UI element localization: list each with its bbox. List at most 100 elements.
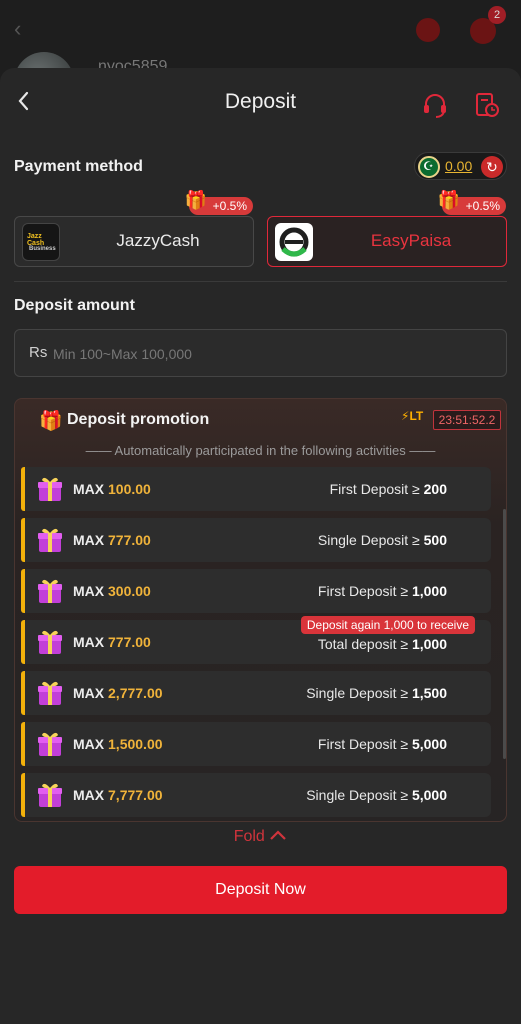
fold-button[interactable]: Fold	[0, 828, 521, 846]
max-value: 777.00	[108, 532, 151, 548]
support-button[interactable]	[420, 90, 450, 120]
max-value: 2,777.00	[108, 685, 163, 701]
deposit-sheet: Deposit Payment method 0.00 ↻ Jazz Cash	[0, 68, 521, 1024]
max-value: 100.00	[108, 481, 151, 497]
jazzcash-logo-icon: Jazz Cash Business	[22, 223, 60, 261]
deposit-condition: Single Deposit ≥ 1,500	[306, 685, 447, 701]
max-value: 777.00	[108, 634, 151, 650]
fold-label: Fold	[233, 828, 265, 845]
deposit-again-note: Deposit again 1,000 to receive	[300, 616, 475, 634]
condition-amount: 5,000	[411, 736, 447, 752]
gift-icon	[38, 579, 62, 603]
max-label: MAX	[73, 787, 105, 803]
background-service-icon	[416, 18, 440, 42]
max-label: MAX	[73, 532, 105, 548]
deposit-condition: First Deposit ≥ 200	[330, 481, 447, 497]
max-label: MAX	[73, 583, 105, 599]
condition-amount: 200	[423, 481, 447, 497]
max-label: MAX	[73, 634, 105, 650]
gift-icon: 🎁	[437, 190, 461, 210]
payment-option-easypaisa[interactable]: EasyPaisa 🎁 +0.5%	[267, 191, 507, 267]
deposit-condition: First Deposit ≥ 5,000	[318, 736, 447, 752]
gift-icon	[38, 528, 62, 552]
deposit-condition: Total deposit ≥ 1,000	[318, 636, 447, 652]
chevron-up-icon	[270, 830, 287, 840]
max-value: 300.00	[108, 583, 151, 599]
divider	[14, 281, 507, 282]
pakistan-flag-icon	[418, 156, 440, 178]
clock-history-icon	[476, 93, 499, 117]
promotion-row[interactable]: MAX 100.00 First Deposit ≥ 200	[21, 467, 491, 511]
deposit-now-button[interactable]: Deposit Now	[14, 866, 507, 914]
condition-label: Single Deposit ≥	[306, 685, 409, 701]
headset-icon	[424, 94, 446, 118]
condition-label: Single Deposit ≥	[306, 787, 409, 803]
max-reward: MAX 777.00	[73, 634, 151, 650]
max-reward: MAX 100.00	[73, 481, 151, 497]
lt-label: LT	[409, 409, 424, 423]
history-button[interactable]	[472, 90, 502, 120]
condition-label: First Deposit ≥	[317, 583, 409, 599]
max-label: MAX	[73, 481, 105, 497]
deposit-promotion-panel: 🎁 Deposit promotion ⚡LT 23:51:52.2 —— Au…	[14, 398, 507, 822]
payment-method-label: Payment method	[14, 158, 143, 175]
refresh-icon: ↻	[486, 159, 498, 175]
promotion-row[interactable]: MAX 300.00 First Deposit ≥ 1,000	[21, 569, 491, 613]
payment-option-label: JazzyCash	[116, 231, 200, 250]
deposit-condition: Single Deposit ≥ 5,000	[306, 787, 447, 803]
lightning-icon: ⚡LT	[401, 409, 424, 423]
condition-amount: 1,500	[411, 685, 447, 701]
promotion-row[interactable]: MAX 7,777.00 Single Deposit ≥ 5,000	[21, 773, 491, 817]
gift-icon: 🎁	[184, 190, 208, 210]
promotion-subtitle-text: Automatically participated in the follow…	[114, 443, 406, 458]
gift-icon	[38, 732, 62, 756]
promotion-row[interactable]: MAX 777.00 Deposit again 1,000 to receiv…	[21, 616, 491, 664]
condition-amount: 1,000	[411, 583, 447, 599]
payment-option-label: EasyPaisa	[370, 231, 452, 250]
condition-amount: 1,000	[411, 636, 447, 652]
condition-label: First Deposit ≥	[317, 736, 409, 752]
promotion-row[interactable]: MAX 2,777.00 Single Deposit ≥ 1,500	[21, 671, 491, 715]
easypaisa-logo-icon	[275, 223, 313, 261]
countdown-timer: 23:51:52.2	[433, 410, 501, 430]
bonus-badge: 🎁 +0.5%	[185, 191, 253, 215]
condition-label: Total deposit ≥	[317, 636, 409, 652]
max-reward: MAX 2,777.00	[73, 685, 163, 701]
gift-icon	[38, 681, 62, 705]
gift-icon: 🎁	[39, 411, 63, 432]
bonus-label: +0.5%	[212, 199, 247, 213]
deposit-amount-field[interactable]: Rs	[14, 329, 507, 377]
balance-value[interactable]: 0.00	[445, 158, 472, 174]
max-label: MAX	[73, 736, 105, 752]
max-reward: MAX 300.00	[73, 583, 151, 599]
bonus-label: +0.5%	[465, 199, 500, 213]
notification-badge: 2	[488, 6, 506, 24]
gift-icon	[38, 477, 62, 501]
deposit-amount-label: Deposit amount	[14, 297, 135, 314]
condition-label: Single Deposit ≥	[317, 532, 420, 548]
gift-icon	[38, 630, 62, 654]
promotion-row[interactable]: MAX 1,500.00 First Deposit ≥ 5,000	[21, 722, 491, 766]
payment-option-jazzcash[interactable]: Jazz Cash Business JazzyCash 🎁 +0.5%	[14, 191, 254, 267]
refresh-balance-button[interactable]: ↻	[481, 156, 503, 178]
max-value: 1,500.00	[108, 736, 163, 752]
amount-input[interactable]	[53, 340, 483, 368]
max-label: MAX	[73, 685, 105, 701]
currency-label: Rs	[29, 344, 48, 361]
condition-amount: 5,000	[411, 787, 447, 803]
max-reward: MAX 1,500.00	[73, 736, 163, 752]
background-back-icon: ‹	[14, 16, 22, 41]
max-reward: MAX 777.00	[73, 532, 151, 548]
header: Deposit	[0, 68, 521, 138]
promotion-row[interactable]: MAX 777.00 Single Deposit ≥ 500	[21, 518, 491, 562]
gift-icon	[38, 783, 62, 807]
scrollbar[interactable]	[503, 509, 506, 759]
deposit-condition: Single Deposit ≥ 500	[318, 532, 447, 548]
condition-label: First Deposit ≥	[329, 481, 420, 497]
deposit-condition: First Deposit ≥ 1,000	[318, 583, 447, 599]
condition-amount: 500	[423, 532, 447, 548]
promotion-title: Deposit promotion	[67, 411, 210, 428]
bonus-badge: 🎁 +0.5%	[438, 191, 506, 215]
max-reward: MAX 7,777.00	[73, 787, 163, 803]
max-value: 7,777.00	[108, 787, 163, 803]
